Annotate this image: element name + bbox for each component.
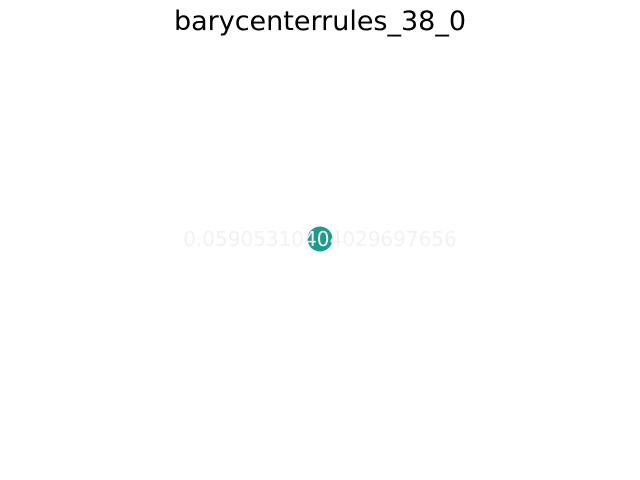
node-group: 0.05905310404029697656	[183, 226, 457, 252]
graph-canvas: 0.05905310404029697656	[183, 226, 457, 252]
node-label: 0.05905310404029697656	[183, 227, 457, 251]
figure: barycenterrules_38_0 0.05905310404029697…	[0, 0, 640, 480]
